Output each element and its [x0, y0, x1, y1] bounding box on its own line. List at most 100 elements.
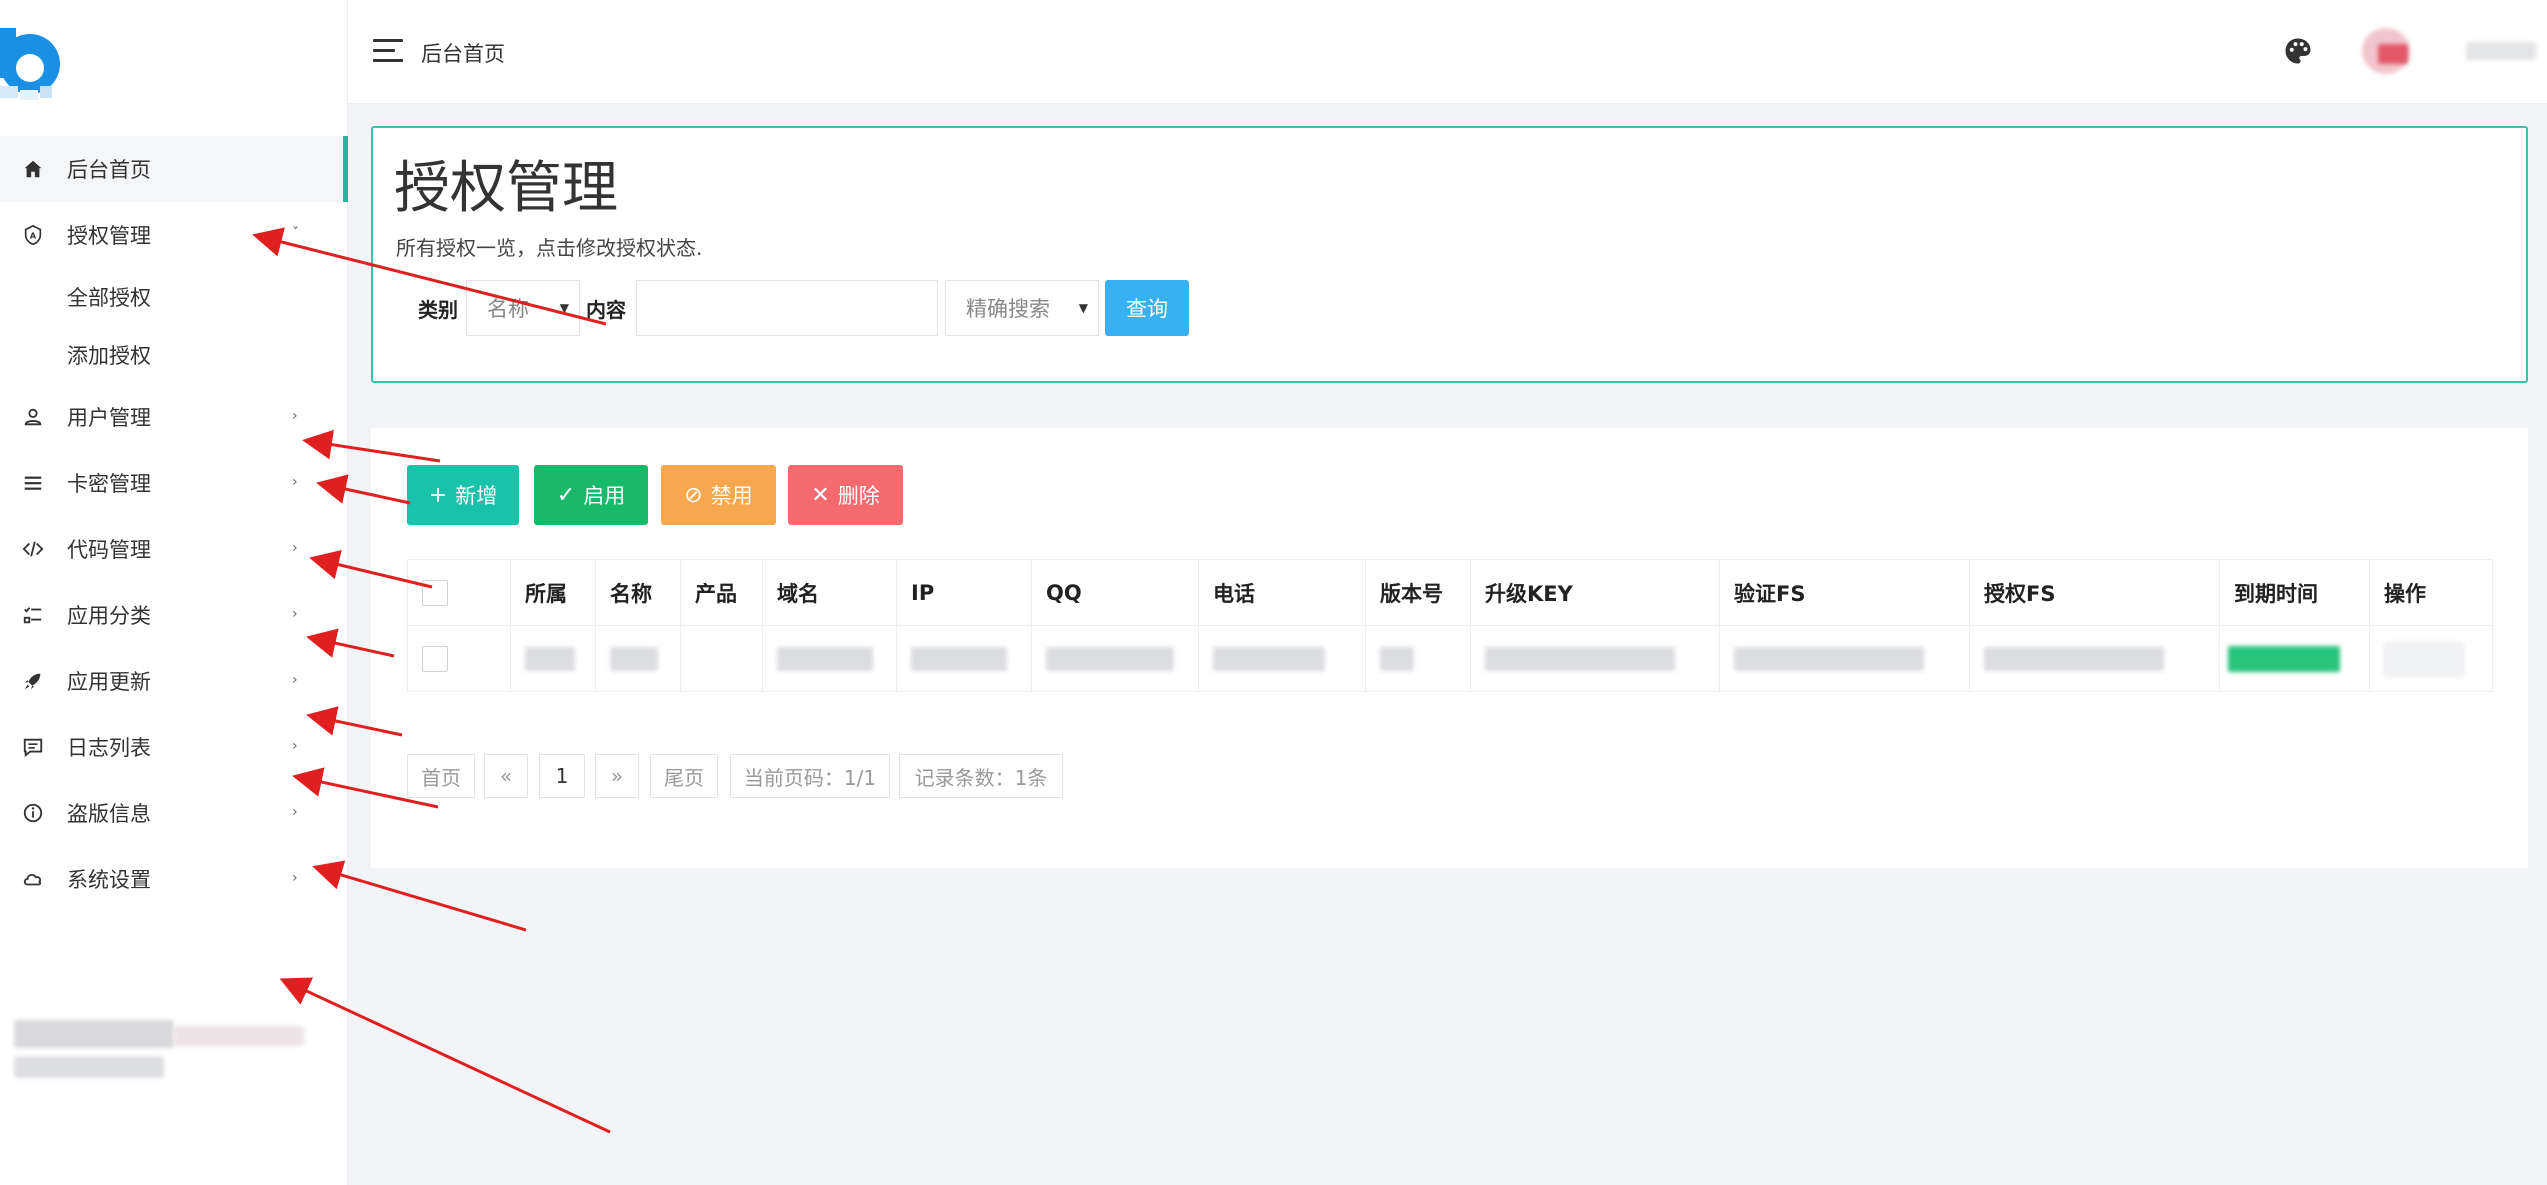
column-header[interactable]: 授权FS — [1969, 559, 2220, 626]
sidebar-item-label: 授权管理 — [67, 224, 151, 248]
sidebar-item-code[interactable]: 代码管理 › — [0, 516, 348, 582]
select-all-cell — [407, 559, 511, 626]
column-header[interactable]: 操作 — [2369, 559, 2493, 626]
dropdown-arrow-icon: ▼ — [559, 301, 569, 315]
ban-icon: ⊘ — [684, 482, 703, 508]
cell-redacted — [1969, 625, 2220, 692]
column-header[interactable]: 名称 — [595, 559, 681, 626]
pager-prev[interactable]: « — [484, 754, 528, 798]
table-card: + 新增 ✓ 启用 ⊘ 禁用 ✕ 删除 所属 名称 产品 域名 IP QQ 电话… — [371, 428, 2528, 868]
column-header[interactable]: 电话 — [1198, 559, 1366, 626]
column-header[interactable]: 升级KEY — [1470, 559, 1720, 626]
sidebar-subitem-all-authorizations[interactable]: 全部授权 — [67, 268, 348, 326]
query-button[interactable]: 查询 — [1105, 280, 1189, 336]
cell-redacted — [1719, 625, 1970, 692]
select-all-checkbox[interactable] — [422, 579, 448, 606]
sidebar-item-settings[interactable]: 系统设置 › — [0, 846, 348, 912]
add-button[interactable]: + 新增 — [407, 465, 519, 525]
code-icon — [20, 536, 46, 562]
page-title: 授权管理 — [394, 156, 618, 221]
logo[interactable] — [0, 28, 70, 108]
pager-first[interactable]: 首页 — [407, 754, 475, 798]
pager-current-info: 当前页码：1/1 — [730, 754, 890, 798]
palette-icon[interactable] — [2283, 36, 2313, 66]
table-header-row: 所属 名称 产品 域名 IP QQ 电话 版本号 升级KEY 验证FS 授权FS… — [407, 559, 2493, 626]
content-search-input[interactable] — [636, 280, 938, 336]
column-header[interactable]: 产品 — [680, 559, 763, 626]
cell-redacted — [896, 625, 1032, 692]
sidebar-item-app-updates[interactable]: 应用更新 › — [0, 648, 348, 714]
column-header[interactable]: IP — [896, 559, 1032, 626]
column-header[interactable]: 版本号 — [1365, 559, 1471, 626]
category-select[interactable]: 名称 ▼ — [466, 280, 580, 336]
page-description: 所有授权一览，点击修改授权状态. — [396, 236, 703, 260]
column-header[interactable]: 验证FS — [1719, 559, 1970, 626]
row-action-redacted[interactable] — [2369, 625, 2493, 692]
sidebar-item-label: 应用分类 — [67, 604, 151, 628]
sidebar-item-users[interactable]: 用户管理 › — [0, 384, 348, 450]
page-header-card: 授权管理 所有授权一览，点击修改授权状态. 类别 名称 ▼ 内容 精确搜索 ▼ … — [371, 126, 2528, 383]
sidebar-item-label: 系统设置 — [67, 868, 151, 892]
disable-button-label: 禁用 — [710, 484, 753, 508]
sidebar-item-cards[interactable]: 卡密管理 › — [0, 450, 348, 516]
pager-page-1[interactable]: 1 — [539, 754, 585, 798]
message-icon — [20, 734, 46, 760]
sidebar-subitem-add-authorization[interactable]: 添加授权 — [67, 326, 348, 384]
sidebar-item-label: 卡密管理 — [67, 472, 151, 496]
sidebar-item-authorization[interactable]: A 授权管理 ˇ — [0, 202, 348, 268]
column-header[interactable]: 所属 — [510, 559, 596, 626]
authorization-table: 所属 名称 产品 域名 IP QQ 电话 版本号 升级KEY 验证FS 授权FS… — [407, 559, 2493, 692]
cell-redacted — [1470, 625, 1720, 692]
pager-record-info: 记录条数：1条 — [899, 754, 1063, 798]
breadcrumb[interactable]: 后台首页 — [421, 38, 505, 68]
sidebar-item-label: 应用更新 — [67, 670, 151, 694]
chevron-right-icon: › — [292, 870, 298, 886]
row-checkbox[interactable] — [422, 645, 448, 672]
chevron-right-icon: › — [292, 804, 298, 820]
cell-redacted — [1365, 625, 1471, 692]
table-row[interactable] — [407, 625, 2493, 692]
sidebar-item-app-categories[interactable]: 应用分类 › — [0, 582, 348, 648]
top-bar: 后台首页 — [348, 0, 2547, 104]
pager-last[interactable]: 尾页 — [650, 754, 718, 798]
category-label: 类别 — [418, 298, 458, 322]
cell-redacted — [762, 625, 897, 692]
chevron-right-icon: › — [292, 408, 298, 424]
cell-redacted — [595, 625, 681, 692]
chevron-right-icon: › — [292, 474, 298, 490]
disable-button[interactable]: ⊘ 禁用 — [661, 465, 776, 525]
chevron-right-icon: › — [292, 540, 298, 556]
avatar[interactable] — [2354, 22, 2418, 80]
chevron-right-icon: › — [292, 606, 298, 622]
cell-redacted — [510, 625, 596, 692]
shield-icon: A — [20, 222, 46, 248]
cell-empty — [680, 625, 763, 692]
delete-button[interactable]: ✕ 删除 — [788, 465, 903, 525]
enable-button[interactable]: ✓ 启用 — [534, 465, 648, 525]
add-button-label: 新增 — [455, 484, 498, 508]
row-select-cell — [407, 625, 511, 692]
menu-toggle-icon[interactable] — [373, 38, 403, 64]
sidebar-item-label: 用户管理 — [67, 406, 151, 430]
column-header[interactable]: QQ — [1031, 559, 1199, 626]
user-icon — [20, 404, 46, 430]
content-label: 内容 — [586, 298, 626, 322]
cell-redacted — [1198, 625, 1366, 692]
sidebar-user-info-redacted — [14, 1020, 314, 1090]
enable-button-label: 启用 — [583, 484, 626, 508]
info-icon — [20, 800, 46, 826]
column-header[interactable]: 到期时间 — [2219, 559, 2370, 626]
delete-button-label: 删除 — [837, 484, 880, 508]
pager-next[interactable]: » — [595, 754, 639, 798]
plus-icon: + — [428, 482, 448, 508]
svg-text:A: A — [30, 231, 37, 241]
cell-redacted — [1031, 625, 1199, 692]
rocket-icon — [20, 668, 46, 694]
search-mode-select[interactable]: 精确搜索 ▼ — [945, 280, 1099, 336]
sidebar-item-logs[interactable]: 日志列表 › — [0, 714, 348, 780]
username-redacted[interactable] — [2466, 40, 2536, 62]
sidebar-item-piracy[interactable]: 盗版信息 › — [0, 780, 348, 846]
sidebar-nav: 后台首页 A 授权管理 ˇ 全部授权 添加授权 用户管理 › 卡密管理 › 代码… — [0, 136, 348, 912]
sidebar-item-home[interactable]: 后台首页 — [0, 136, 348, 202]
column-header[interactable]: 域名 — [762, 559, 897, 626]
